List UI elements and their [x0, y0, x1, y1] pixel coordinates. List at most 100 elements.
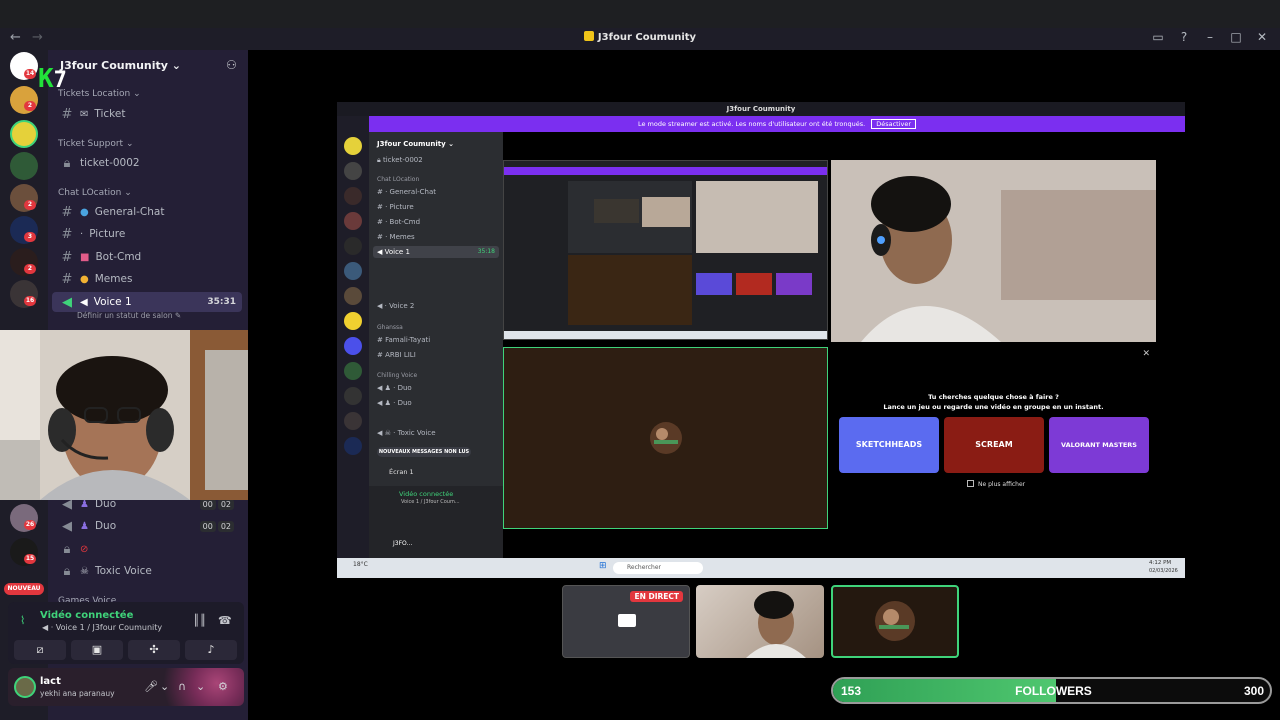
dont-show-again-checkbox[interactable]: Ne plus afficher	[967, 480, 1025, 488]
activity-tile-sketchheads[interactable]: SKETCHHEADS	[839, 417, 939, 473]
window-title: J3four Coumunity	[0, 31, 1280, 43]
new-messages-pill[interactable]: NOUVEAU	[4, 583, 44, 595]
skull-icon: ☠	[80, 565, 89, 577]
inner-category[interactable]: Chat LOcation	[377, 176, 419, 183]
chevron-down-icon[interactable]: ⌄	[196, 680, 205, 693]
inner-channel[interactable]: ◀ · Voice 2	[377, 302, 414, 310]
user-count: 00	[199, 499, 216, 510]
activity-tile-valorant[interactable]: VALORANT MASTERS	[1049, 417, 1149, 473]
invite-icon[interactable]: ⚇	[226, 58, 237, 72]
disable-streamer-button[interactable]: Désactiver	[871, 119, 917, 129]
category-ticket-support[interactable]: Ticket Support ⌄	[58, 139, 133, 149]
channel-ticket[interactable]: # ✉ Ticket	[60, 104, 240, 124]
nested-camera-content	[831, 160, 1156, 342]
channel-status-line[interactable]: Définir un statut de salon ✎	[77, 311, 181, 320]
envelope-icon: ✉	[80, 108, 89, 120]
activity-tile-scream[interactable]: SCREAM	[944, 417, 1044, 473]
channel-voice-1[interactable]: ◀ ◀ Voice 1 35:31	[52, 292, 242, 312]
inner-channel-label: Duo	[397, 399, 412, 407]
inner-voice-panel: Vidéo connectée Voice 1 / J3four Coum...	[369, 486, 503, 534]
guild-icon-active[interactable]	[10, 120, 38, 148]
inner-new-messages-pill[interactable]: NOUVEAUX MESSAGES NON LUS	[377, 447, 471, 457]
inner-channel[interactable]: # · Bot-Cmd	[377, 218, 420, 226]
voice-channel-path-text: Voice 1 / J3four Coumunity	[55, 623, 163, 632]
screen-share-button[interactable]: ▣	[71, 640, 123, 660]
channel-bot-cmd[interactable]: # ■ Bot-Cmd	[60, 247, 240, 267]
guild-badge: 3	[24, 232, 36, 242]
stream-thumbnail-camera[interactable]	[696, 585, 824, 658]
guild-icon[interactable]	[10, 152, 38, 180]
inner-channel[interactable]: # · Memes	[377, 233, 415, 241]
activities-button[interactable]: ✣	[128, 640, 180, 660]
close-icon[interactable]: ✕	[1256, 30, 1268, 44]
help-icon[interactable]: ?	[1178, 30, 1190, 44]
category-chat-location[interactable]: Chat LOcation ⌄	[58, 188, 132, 198]
lock-icon: 🔒︎	[63, 155, 71, 171]
camera-off-button[interactable]: ⧄	[14, 640, 66, 660]
people-icon: ♟	[80, 498, 89, 510]
channel-ticket-0002[interactable]: 🔒︎ ticket-0002	[60, 153, 240, 173]
inner-channel-label: General-Chat	[389, 188, 437, 196]
nested-screen-content	[504, 161, 827, 339]
inner-channel[interactable]: # · General-Chat	[377, 188, 436, 196]
no-entry-icon: ⊘	[80, 543, 89, 555]
inner-channel[interactable]: ◀ ☠ · Toxic Voice	[377, 429, 436, 437]
inner-screen-share-row[interactable]: Écran 1	[373, 464, 501, 480]
category-tickets-location[interactable]: Tickets Location ⌄	[58, 89, 141, 99]
nested-camera-feed[interactable]	[831, 160, 1156, 342]
voice-channel-path[interactable]: ◀ · Voice 1 / J3four Coumunity	[42, 623, 162, 632]
inner-weather: 18°C	[353, 561, 368, 568]
inner-channel-active[interactable]: ◀ Voice 1 35:18	[373, 246, 499, 258]
channel-locked[interactable]: 🔒︎ ⊘	[60, 539, 240, 559]
inner-search-text: Rechercher	[627, 564, 661, 571]
inner-server-name[interactable]: J3four Coumunity ⌄	[377, 140, 454, 148]
soundboard-button[interactable]: ♪	[185, 640, 237, 660]
checkbox-box	[967, 480, 974, 487]
avatar[interactable]	[14, 676, 36, 698]
inner-channel[interactable]: # Famali-Tayati	[377, 336, 430, 344]
inbox-icon[interactable]: ▭	[1152, 30, 1164, 44]
minimize-icon[interactable]: –	[1204, 30, 1216, 44]
custom-status: yekhi ana paranauy	[40, 689, 115, 698]
hash-icon: #	[61, 271, 73, 287]
headphones-icon[interactable]: ∩	[178, 680, 186, 693]
channel-toxic-voice[interactable]: 🔒︎ ☠ Toxic Voice	[60, 561, 240, 581]
microphone-icon[interactable]: 🎤︎	[144, 680, 158, 693]
smiley-icon: ●	[80, 273, 89, 285]
stream-thumbnail-screen[interactable]: EN DIRECT	[562, 585, 690, 658]
chevron-down-icon[interactable]: ⌄	[160, 680, 169, 693]
noise-suppression-icon[interactable]: ║║	[193, 614, 206, 627]
inner-channel-label: Famali-Tayati	[385, 336, 431, 344]
disconnect-icon[interactable]: ☎	[218, 614, 232, 627]
guild-badge: 2	[24, 101, 36, 111]
server-name[interactable]: J3four Coumunity ⌄	[60, 59, 181, 72]
inner-clock-date: 02/03/2026	[1149, 568, 1178, 574]
server-icon	[583, 31, 594, 41]
inner-guild-icons	[344, 137, 362, 455]
channel-memes[interactable]: # ● Memes	[60, 269, 240, 289]
inner-channel[interactable]: 🔒︎ ticket-0002	[377, 156, 423, 165]
inner-category[interactable]: Chilling Voice	[377, 372, 417, 379]
inner-category-label: Chat LOcation	[377, 176, 420, 183]
guild-badge: 14	[24, 69, 36, 79]
nested-screen-preview[interactable]	[503, 160, 828, 340]
nested-avatar-tile[interactable]	[503, 347, 828, 529]
maximize-icon[interactable]: □	[1230, 30, 1242, 44]
close-icon[interactable]: ✕	[1142, 349, 1150, 359]
settings-gear-icon[interactable]: ⚙	[218, 680, 228, 693]
channel-duo-2[interactable]: ◀ ♟ Duo 00 02	[60, 516, 240, 536]
windows-start-icon[interactable]: ⊞	[599, 561, 607, 571]
inner-channel[interactable]: # · Picture	[377, 203, 414, 211]
channel-picture[interactable]: # · Picture	[60, 224, 240, 244]
inner-taskbar-search[interactable]: Rechercher	[613, 562, 703, 574]
inner-channel[interactable]: # ARBI LILI	[377, 351, 416, 359]
stream-thumbnail-avatar[interactable]	[831, 585, 959, 658]
channel-general-chat[interactable]: # ● General-Chat	[60, 202, 240, 222]
inner-category[interactable]: Ghanssa	[377, 324, 403, 331]
inner-channel[interactable]: ◀ ♟ · Duo	[377, 384, 412, 392]
voice-status-title[interactable]: Vidéo connectée	[40, 610, 133, 621]
username[interactable]: lact	[40, 676, 61, 687]
user-limit: 02	[217, 521, 234, 532]
signal-icon[interactable]: ⌇	[20, 614, 25, 627]
inner-channel[interactable]: ◀ ♟ · Duo	[377, 399, 412, 407]
